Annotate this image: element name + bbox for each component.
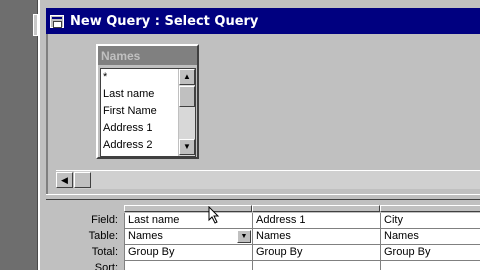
table-cell-3[interactable]: Names: [381, 229, 480, 245]
grid-column-1: Last name Names ▼ Group By: [124, 213, 252, 270]
total-cell-1[interactable]: Group By: [125, 245, 252, 261]
field-item-address-1[interactable]: Address 1: [103, 122, 153, 134]
row-label-field: Field:: [91, 214, 118, 226]
field-item-address-2[interactable]: Address 2: [103, 139, 153, 151]
sort-cell-2[interactable]: [253, 261, 380, 270]
horizontal-scroll-thumb[interactable]: [74, 172, 91, 188]
column-selector-3[interactable]: [380, 205, 480, 212]
scroll-down-arrow-icon[interactable]: ▼: [179, 139, 195, 155]
field-item-all[interactable]: *: [103, 71, 107, 83]
field-list-title[interactable]: Names: [98, 46, 197, 65]
query-window: New Query : Select Query Names * Last na…: [38, 0, 480, 270]
title-bar[interactable]: New Query : Select Query: [46, 8, 480, 34]
grid-column-3: City Names Group By: [380, 213, 480, 270]
desktop-background-strip: [0, 0, 38, 270]
dropdown-arrow-icon[interactable]: ▼: [237, 230, 251, 243]
field-list-scroll-thumb[interactable]: [179, 86, 195, 107]
field-list-scrollbar[interactable]: ▲ ▼: [178, 69, 195, 156]
column-selector-2[interactable]: [252, 205, 380, 212]
field-item-last-name[interactable]: Last name: [103, 88, 154, 100]
row-label-total: Total:: [91, 246, 118, 258]
table-cell-1-value: Names: [128, 230, 163, 242]
field-list-names[interactable]: Names * Last name First Name Address 1 A…: [96, 44, 199, 159]
design-grid: Field: Table: Total: Sort: Last name Nam…: [46, 200, 480, 270]
field-item-first-name[interactable]: First Name: [103, 105, 157, 117]
field-cell-2[interactable]: Address 1: [253, 213, 380, 229]
mouse-pointer-icon: [208, 206, 220, 224]
table-cell-1[interactable]: Names ▼: [125, 229, 252, 245]
total-cell-3[interactable]: Group By: [381, 245, 480, 261]
scroll-left-arrow-icon[interactable]: ◀: [56, 172, 73, 188]
column-selector-1[interactable]: [124, 205, 252, 212]
sort-cell-3[interactable]: [381, 261, 480, 270]
table-pane-horizontal-scrollbar[interactable]: ◀: [56, 170, 480, 189]
scroll-up-arrow-icon[interactable]: ▲: [179, 69, 195, 85]
field-cell-1[interactable]: Last name: [125, 213, 252, 229]
table-cell-2[interactable]: Names: [253, 229, 380, 245]
query-window-icon[interactable]: [50, 14, 64, 28]
grid-column-2: Address 1 Names Group By: [252, 213, 380, 270]
horizontal-scroll-track[interactable]: [74, 171, 480, 189]
field-list-box: * Last name First Name Address 1 Address…: [100, 68, 196, 157]
table-pane: Names * Last name First Name Address 1 A…: [46, 34, 480, 194]
total-cell-2[interactable]: Group By: [253, 245, 380, 261]
row-label-sort: Sort:: [94, 262, 118, 270]
window-title: New Query : Select Query: [70, 13, 259, 29]
row-label-table: Table:: [88, 230, 118, 242]
sort-cell-1[interactable]: [125, 261, 252, 270]
field-cell-3[interactable]: City: [381, 213, 480, 229]
